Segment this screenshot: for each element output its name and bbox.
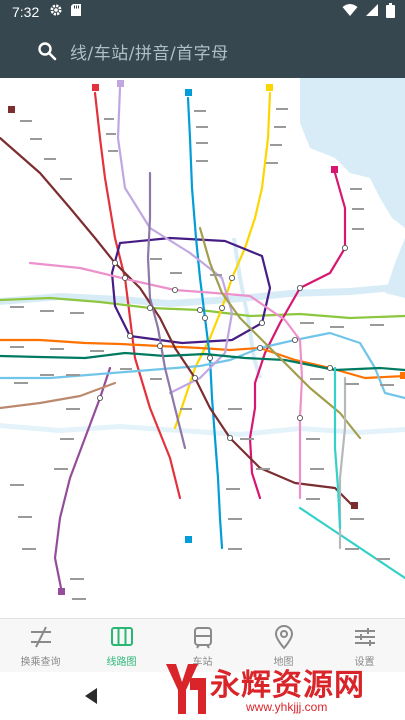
station-marker bbox=[256, 344, 263, 351]
station-marker bbox=[171, 286, 178, 293]
station-marker bbox=[122, 274, 129, 281]
nav-label-transfer: 换乘查询 bbox=[20, 656, 61, 668]
station-marker bbox=[341, 244, 348, 251]
station-marker bbox=[326, 364, 333, 371]
nav-item-transfer[interactable]: 换乘查询 bbox=[0, 619, 81, 672]
station-icon bbox=[190, 624, 216, 650]
metro-line-right-teal bbox=[333, 366, 342, 530]
station-marker bbox=[258, 319, 265, 326]
nav-item-line-map[interactable]: 线路图 bbox=[81, 619, 162, 672]
station-marker bbox=[228, 274, 235, 281]
gear-icon bbox=[49, 3, 63, 21]
map-book-icon bbox=[109, 624, 135, 650]
search-icon[interactable] bbox=[36, 40, 58, 62]
metro-line-15 bbox=[146, 171, 187, 450]
metro-map[interactable] bbox=[0, 78, 405, 618]
station-marker bbox=[218, 304, 225, 311]
station-marker bbox=[97, 394, 104, 401]
watermark-url: www.yhkjjj.com bbox=[246, 700, 328, 714]
station-marker bbox=[201, 314, 208, 321]
station-marker bbox=[296, 284, 303, 291]
metro-line-12 bbox=[0, 351, 405, 372]
search-input[interactable]: 线/车站/拼音/首字母 bbox=[70, 39, 229, 64]
metro-line-5 bbox=[53, 366, 112, 595]
location-pin-icon bbox=[271, 624, 297, 650]
station-marker bbox=[196, 306, 203, 313]
station-marker bbox=[296, 414, 303, 421]
sd-card-icon bbox=[70, 3, 82, 21]
watermark-title: 永辉资源网 bbox=[210, 668, 365, 703]
settings-sliders-icon bbox=[352, 624, 378, 650]
station-marker bbox=[156, 342, 163, 349]
transfer-icon bbox=[28, 624, 54, 650]
signal-icon bbox=[365, 3, 379, 21]
search-bar[interactable]: 线/车站/拼音/首字母 bbox=[0, 24, 405, 78]
status-time: 7:32 bbox=[12, 4, 40, 20]
station-marker bbox=[146, 304, 153, 311]
wifi-icon bbox=[342, 3, 358, 21]
station-marker bbox=[206, 354, 213, 361]
station-marker bbox=[191, 374, 198, 381]
station-marker bbox=[112, 259, 119, 266]
status-bar: 7:32 bbox=[0, 0, 405, 24]
battery-icon bbox=[386, 2, 395, 22]
app-window: 7:32 线/车站/拼音/首字母 换乘查询 线路图 车站 地图 设置 永辉资源网… bbox=[0, 0, 405, 720]
station-marker bbox=[291, 336, 298, 343]
back-triangle-icon[interactable] bbox=[80, 685, 102, 707]
stations[interactable] bbox=[97, 244, 348, 441]
station-marker bbox=[127, 332, 134, 339]
metro-line-7 bbox=[0, 338, 405, 380]
watermark-logo-icon bbox=[160, 660, 208, 720]
watermark: 永辉资源网 www.yhkjjj.com bbox=[160, 656, 405, 720]
nav-label-line-map: 线路图 bbox=[106, 656, 137, 668]
station-marker bbox=[226, 434, 233, 441]
